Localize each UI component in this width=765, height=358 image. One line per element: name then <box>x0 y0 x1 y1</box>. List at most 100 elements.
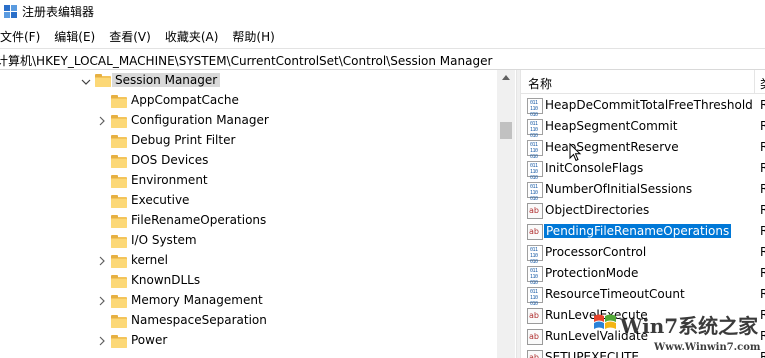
value-row[interactable]: 011 110 010 HeapSegmentReserve R <box>521 138 765 160</box>
tree-item[interactable]: I/O System <box>0 231 497 251</box>
chevron-right-icon[interactable] <box>97 296 107 306</box>
folder-icon <box>111 155 127 168</box>
address-path[interactable]: 计算机\HKEY_LOCAL_MACHINE\SYSTEM\CurrentCon… <box>0 52 492 69</box>
scrollbar-thumb[interactable] <box>500 122 512 139</box>
string-value-icon: ab <box>527 329 543 345</box>
value-name: ResourceTimeoutCount <box>545 287 685 301</box>
folder-icon <box>111 275 127 288</box>
menu-bar: 文件(F) 编辑(E) 查看(V) 收藏夹(A) 帮助(H) <box>0 26 765 46</box>
binary-value-icon: 011 110 010 <box>527 287 543 307</box>
value-type: R <box>760 245 765 259</box>
binary-value-icon: 011 110 010 <box>527 98 543 118</box>
value-row[interactable]: 011 110 010 ResourceTimeoutCount R <box>521 285 765 307</box>
value-name: ProcessorControl <box>545 245 647 259</box>
tree-item[interactable]: Executive <box>0 191 497 211</box>
value-name: InitConsoleFlags <box>545 161 644 175</box>
title-bar: 注册表编辑器 <box>0 0 765 24</box>
folder-icon <box>111 175 127 188</box>
menu-view[interactable]: 查看(V) <box>109 28 151 45</box>
binary-value-icon: 011 110 010 <box>527 140 543 160</box>
address-bar[interactable]: 计算机\HKEY_LOCAL_MACHINE\SYSTEM\CurrentCon… <box>0 48 765 70</box>
tree-item[interactable]: DOS Devices <box>0 151 497 171</box>
tree-item-label: Power <box>131 333 168 347</box>
window-title: 注册表编辑器 <box>22 5 95 19</box>
tree-scrollbar[interactable] <box>497 70 515 358</box>
site-watermark: Win7系统之家 Www.Winwin7.com <box>592 306 762 358</box>
value-name: PendingFileRenameOperations <box>544 224 732 238</box>
tree-item[interactable]: NamespaceSeparation <box>0 311 497 331</box>
folder-icon <box>111 335 127 348</box>
column-divider[interactable] <box>754 70 755 94</box>
tree-item-label: Executive <box>131 193 190 207</box>
tree-item-label: Configuration Manager <box>131 113 269 127</box>
tree-item-label: kernel <box>131 253 168 267</box>
folder-icon <box>111 235 127 248</box>
value-type: R <box>760 203 765 217</box>
tree-item[interactable]: KnownDLLs <box>0 271 497 291</box>
chevron-right-icon[interactable] <box>97 256 107 266</box>
watermark-url: Www.Winwin7.com <box>654 342 761 353</box>
folder-icon <box>111 215 127 228</box>
value-name: NumberOfInitialSessions <box>545 182 693 196</box>
folder-icon <box>111 195 127 208</box>
value-type: R <box>760 266 765 280</box>
folder-icon <box>111 255 127 268</box>
menu-file[interactable]: 文件(F) <box>0 28 40 45</box>
regedit-app-icon <box>4 5 17 18</box>
value-type: R <box>760 98 765 112</box>
tree-item[interactable]: Debug Print Filter <box>0 131 497 151</box>
value-type: R <box>760 161 765 175</box>
value-name: HeapSegmentCommit <box>545 119 678 133</box>
column-header-type[interactable]: 类 <box>760 75 765 92</box>
windows-flag-icon <box>594 314 616 329</box>
tree-item-label: I/O System <box>131 233 197 247</box>
tree-item[interactable]: kernel <box>0 251 497 271</box>
tree-item[interactable]: Configuration Manager <box>0 111 497 131</box>
value-row[interactable]: 011 110 010 NumberOfInitialSessions R <box>521 180 765 202</box>
tree-item[interactable]: AppCompatCache <box>0 91 497 111</box>
value-type: R <box>760 119 765 133</box>
binary-value-icon: 011 110 010 <box>527 266 543 286</box>
tree-item-session-manager[interactable]: Session Manager <box>0 71 497 91</box>
string-value-icon: ab <box>527 203 543 219</box>
value-row[interactable]: 011 110 010 ProcessorControl R <box>521 243 765 265</box>
binary-value-icon: 011 110 010 <box>527 161 543 181</box>
watermark-logo: Win7系统之家 <box>620 314 759 338</box>
menu-help[interactable]: 帮助(H) <box>232 28 274 45</box>
folder-icon <box>111 115 127 128</box>
value-name: HeapSegmentReserve <box>545 140 679 154</box>
key-tree[interactable]: Session Manager AppCompatCache Configurat… <box>0 70 516 358</box>
tree-item-label: AppCompatCache <box>131 93 239 107</box>
tree-item[interactable]: Power <box>0 331 497 351</box>
menu-favorites[interactable]: 收藏夹(A) <box>165 28 219 45</box>
folder-icon <box>111 315 127 328</box>
tree-item[interactable]: Environment <box>0 171 497 191</box>
value-row[interactable]: 011 110 010 ProtectionMode R <box>521 264 765 286</box>
chevron-down-icon[interactable] <box>81 77 91 87</box>
folder-icon <box>111 295 127 308</box>
column-header-name[interactable]: 名称 <box>528 75 552 92</box>
binary-value-icon: 011 110 010 <box>527 182 543 202</box>
scroll-up-arrow-icon[interactable] <box>502 75 510 80</box>
tree-item-label: NamespaceSeparation <box>131 313 267 327</box>
string-value-icon: ab <box>527 224 543 240</box>
tree-item[interactable]: FileRenameOperations <box>0 211 497 231</box>
tree-item-label: Debug Print Filter <box>131 133 236 147</box>
value-row[interactable]: ab PendingFileRenameOperations R <box>521 222 765 242</box>
value-row[interactable]: 011 110 010 HeapDeCommitTotalFreeThreshold R <box>521 96 765 118</box>
value-row[interactable]: 011 110 010 HeapSegmentCommit R <box>521 117 765 139</box>
folder-icon <box>111 135 127 148</box>
value-type: R <box>760 182 765 196</box>
value-row[interactable]: 011 110 010 InitConsoleFlags R <box>521 159 765 181</box>
tree-item-label: FileRenameOperations <box>131 213 267 227</box>
chevron-right-icon[interactable] <box>97 116 107 126</box>
tree-item[interactable]: Memory Management <box>0 291 497 311</box>
value-row[interactable]: ab ObjectDirectories R <box>521 201 765 221</box>
tree-item-label: Memory Management <box>131 293 263 307</box>
string-value-icon: ab <box>527 308 543 324</box>
chevron-right-icon[interactable] <box>97 336 107 346</box>
mouse-cursor-icon <box>569 143 582 162</box>
value-name: HeapDeCommitTotalFreeThreshold <box>545 98 753 112</box>
string-value-icon: ab <box>527 350 543 358</box>
menu-edit[interactable]: 编辑(E) <box>54 28 95 45</box>
